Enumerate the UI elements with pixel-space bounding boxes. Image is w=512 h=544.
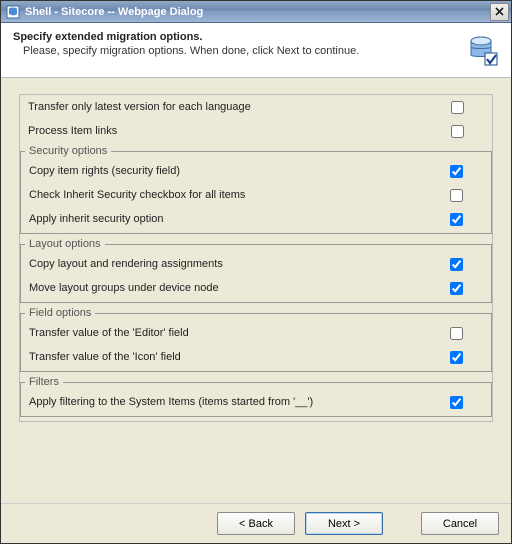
checkbox-icon-field[interactable]: [450, 351, 463, 364]
legend-layout: Layout options: [25, 238, 105, 250]
label-copy-layout: Copy layout and rendering assignments: [29, 258, 450, 270]
cancel-button[interactable]: Cancel: [421, 512, 499, 535]
row-process-links: Process Item links: [20, 119, 492, 143]
checkbox-editor-field[interactable]: [450, 327, 463, 340]
checkbox-copy-layout[interactable]: [450, 258, 463, 271]
row-latest-version: Transfer only latest version for each la…: [20, 95, 492, 119]
label-system-items: Apply filtering to the System Items (ite…: [29, 396, 450, 408]
label-process-links: Process Item links: [28, 125, 451, 137]
legend-security: Security options: [25, 145, 111, 157]
group-layout: Layout options Copy layout and rendering…: [20, 238, 492, 303]
titlebar-title: Shell - Sitecore -- Webpage Dialog: [25, 6, 490, 18]
row-copy-layout: Copy layout and rendering assignments: [21, 252, 491, 276]
row-copy-rights: Copy item rights (security field): [21, 159, 491, 183]
label-icon-field: Transfer value of the 'Icon' field: [29, 351, 450, 363]
legend-field: Field options: [25, 307, 95, 319]
checkbox-process-links[interactable]: [451, 125, 464, 138]
legend-filters: Filters: [25, 376, 63, 388]
close-button[interactable]: [490, 3, 509, 21]
options-panel: Transfer only latest version for each la…: [19, 94, 493, 422]
row-apply-inherit: Apply inherit security option: [21, 207, 491, 231]
header: Specify extended migration options. Plea…: [1, 23, 511, 78]
back-button[interactable]: < Back: [217, 512, 295, 535]
group-filters: Filters Apply filtering to the System It…: [20, 376, 492, 417]
label-move-groups: Move layout groups under device node: [29, 282, 450, 294]
header-title: Specify extended migration options.: [13, 31, 457, 43]
row-system-items: Apply filtering to the System Items (ite…: [21, 390, 491, 414]
row-icon-field: Transfer value of the 'Icon' field: [21, 345, 491, 369]
group-security: Security options Copy item rights (secur…: [20, 145, 492, 234]
checkbox-system-items[interactable]: [450, 396, 463, 409]
label-apply-inherit: Apply inherit security option: [29, 213, 450, 225]
footer: < Back Next > Cancel: [1, 503, 511, 543]
row-move-groups: Move layout groups under device node: [21, 276, 491, 300]
label-copy-rights: Copy item rights (security field): [29, 165, 450, 177]
label-latest-version: Transfer only latest version for each la…: [28, 101, 451, 113]
checkbox-latest-version[interactable]: [451, 101, 464, 114]
group-field: Field options Transfer value of the 'Edi…: [20, 307, 492, 372]
content: Transfer only latest version for each la…: [1, 78, 511, 503]
header-description: Please, specify migration options. When …: [13, 45, 457, 57]
next-button[interactable]: Next >: [305, 512, 383, 535]
checkbox-apply-inherit[interactable]: [450, 213, 463, 226]
checkbox-inherit-cb[interactable]: [450, 189, 463, 202]
row-editor-field: Transfer value of the 'Editor' field: [21, 321, 491, 345]
label-editor-field: Transfer value of the 'Editor' field: [29, 327, 450, 339]
row-inherit-cb: Check Inherit Security checkbox for all …: [21, 183, 491, 207]
label-inherit-cb: Check Inherit Security checkbox for all …: [29, 189, 450, 201]
database-icon: [467, 35, 499, 67]
checkbox-copy-rights[interactable]: [450, 165, 463, 178]
titlebar: Shell - Sitecore -- Webpage Dialog: [1, 1, 511, 23]
checkbox-move-groups[interactable]: [450, 282, 463, 295]
app-icon: [5, 4, 21, 20]
